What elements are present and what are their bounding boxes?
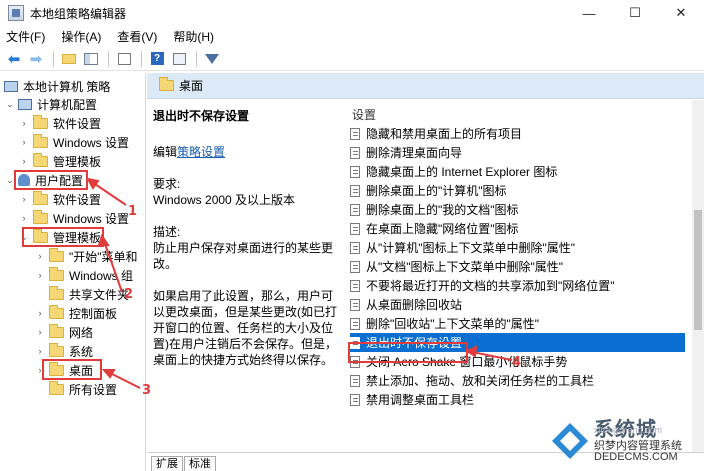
annotation-number-1: 1 bbox=[128, 204, 138, 219]
annotation-number-4: 4 bbox=[512, 355, 522, 370]
annotation-number-2: 2 bbox=[124, 287, 134, 302]
watermark: 系统城 xitongcheng.com 织梦内容管理系统 DEDECMS.COM bbox=[550, 413, 700, 467]
watermark-url: xitongcheng.com bbox=[594, 425, 663, 435]
annotation-arrows bbox=[86, 177, 513, 389]
watermark-logo-icon bbox=[552, 423, 588, 459]
annotation-number-3: 3 bbox=[142, 383, 152, 398]
watermark-site: DEDECMS.COM bbox=[594, 451, 678, 463]
